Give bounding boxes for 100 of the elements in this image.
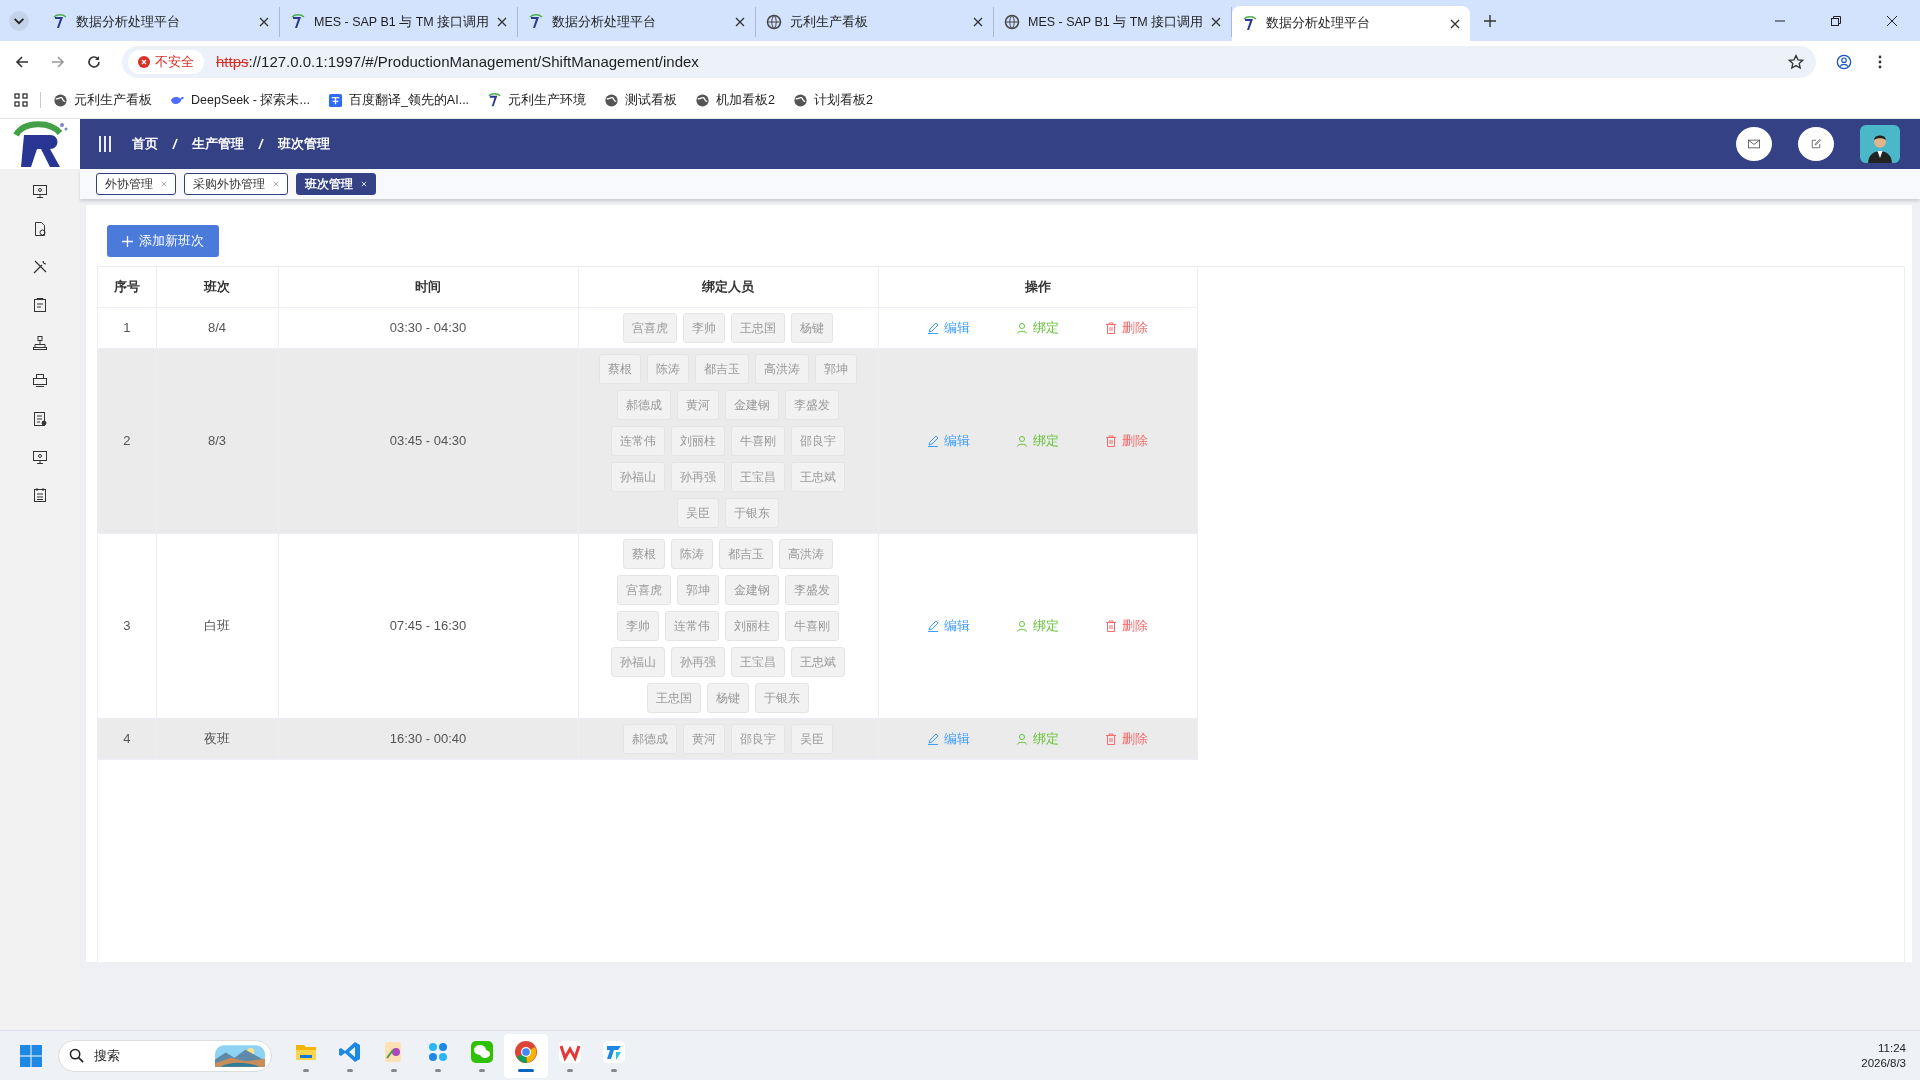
staff-tag: 于银东 — [725, 497, 779, 528]
table-cell: 16:30 - 00:40 — [389, 731, 467, 746]
table-cell: 8/4 — [207, 320, 227, 335]
table-cell: 白班 — [204, 617, 230, 633]
globe-icon — [695, 92, 711, 108]
document-icon[interactable] — [32, 221, 48, 237]
url-text: https://127.0.0.1:1997/#/ProductionManagement/ShiftManagement/index — [216, 53, 699, 70]
star-icon[interactable] — [1788, 53, 1804, 70]
app-icon[interactable] — [602, 1039, 626, 1064]
tab-title: 数据分析处理平台 — [1266, 15, 1371, 32]
trash-icon — [1105, 732, 1117, 745]
browser-tab[interactable]: 元利生产看板 — [756, 7, 994, 37]
report-icon[interactable] — [32, 411, 48, 427]
staff-tag: 邵良宇 — [791, 425, 845, 456]
bookmark[interactable]: 测试看板 — [604, 91, 678, 109]
staff-tag: 刘丽柱 — [725, 610, 779, 641]
close-icon[interactable] — [973, 17, 983, 27]
logo-icon — [52, 14, 68, 30]
staff-tag: 邵良宇 — [731, 723, 785, 754]
network-icon[interactable] — [32, 335, 48, 351]
restore-icon[interactable] — [1830, 15, 1842, 27]
browser-tab[interactable]: 数据分析处理平台 — [42, 7, 280, 37]
tools-icon[interactable] — [32, 259, 48, 275]
close-icon[interactable] — [1211, 17, 1222, 27]
staff-tag: 高洪涛 — [779, 538, 833, 569]
staff-tag: 高洪涛 — [755, 353, 809, 384]
trash-icon — [1105, 619, 1117, 632]
search-input[interactable]: 搜索 — [92, 1047, 215, 1064]
globe-icon — [53, 92, 68, 108]
close-icon[interactable] — [1450, 18, 1460, 29]
browser-icon[interactable] — [514, 1039, 538, 1064]
staff-tag: 都吉玉 — [695, 353, 749, 384]
plus-icon — [122, 235, 133, 247]
staff-tag: 郝德成 — [617, 389, 671, 420]
printer-icon[interactable] — [32, 373, 48, 389]
bookmark[interactable]: 元利生产看板 — [53, 91, 152, 109]
close-icon[interactable] — [259, 17, 269, 27]
mail-icon — [1748, 139, 1760, 149]
staff-tag: 黄河 — [683, 723, 725, 754]
breadcrumb-item[interactable]: 首页 — [132, 135, 158, 153]
staff-tag: 孙再强 — [671, 461, 725, 492]
bookmark[interactable]: 百度翻译_领先的AI... — [327, 91, 470, 109]
column-header: 绑定人员 — [702, 278, 754, 294]
staff-tag: 于银东 — [755, 682, 809, 713]
close-icon[interactable] — [1886, 15, 1898, 27]
running-indicator — [303, 1068, 309, 1072]
browser-tab[interactable]: MES - SAP B1 与 TM 接口调用 — [280, 7, 518, 37]
page-tab[interactable]: 班次管理 — [296, 173, 376, 195]
clipboard-icon[interactable] — [32, 297, 48, 313]
add-shift-button[interactable]: 添加新班次 — [107, 225, 219, 257]
bookmark[interactable]: DeepSeek - 探索未... — [170, 91, 310, 109]
tab-title: 数据分析处理平台 — [552, 13, 657, 31]
forward-icon[interactable] — [50, 53, 66, 70]
column-header: 序号 — [113, 278, 140, 294]
page-tab[interactable]: 采购外协管理 — [184, 173, 288, 195]
menu-toggle-icon[interactable] — [98, 134, 112, 154]
pencil-icon — [927, 434, 939, 447]
translate-icon — [327, 92, 343, 108]
breadcrumb-item[interactable]: 班次管理 — [278, 135, 330, 153]
profile-icon[interactable] — [1836, 53, 1852, 70]
breadcrumb-item[interactable]: 生产管理 — [192, 135, 244, 153]
warning-icon — [138, 55, 150, 68]
separator-icon — [258, 138, 264, 150]
staff-tag: 王忠国 — [731, 312, 785, 343]
tab-search-icon[interactable] — [8, 10, 30, 32]
taskbar-search-bar[interactable]: 搜索 — [58, 1039, 272, 1072]
bookmark[interactable]: 机加看板2 — [695, 91, 776, 109]
browser-tab[interactable]: 数据分析处理平台 — [1232, 6, 1470, 41]
user-icon — [1016, 732, 1028, 745]
mail-button[interactable] — [1736, 127, 1772, 161]
monitor-icon[interactable] — [32, 183, 48, 199]
running-indicator — [518, 1068, 534, 1072]
bookmark[interactable]: 元利生产环境 — [487, 91, 587, 109]
close-icon[interactable] — [735, 17, 745, 27]
close-icon[interactable] — [497, 17, 508, 27]
staff-tag: 陈涛 — [647, 353, 689, 384]
staff-tag: 宫喜虎 — [623, 312, 677, 343]
pencil-icon — [927, 619, 939, 632]
staff-tag: 蔡根 — [623, 538, 665, 569]
new-tab-icon[interactable] — [1484, 15, 1496, 27]
browser-tab[interactable]: 数据分析处理平台 — [518, 7, 756, 37]
user-avatar[interactable] — [1860, 125, 1900, 163]
table-cell: 夜班 — [204, 730, 230, 746]
calendar-icon[interactable] — [32, 487, 48, 503]
edit-button[interactable] — [1798, 127, 1834, 161]
reload-icon[interactable] — [86, 53, 102, 70]
running-indicator — [347, 1068, 353, 1072]
bookmark[interactable]: 计划看板2 — [793, 91, 873, 109]
address-bar[interactable]: 不安全 https://127.0.0.1:1997/#/ProductionManagement/ShiftManagement/index — [122, 45, 1816, 78]
start-icon[interactable] — [20, 1044, 42, 1067]
staff-tag: 李盛发 — [785, 574, 839, 605]
page-tab[interactable]: 外协管理 — [96, 173, 176, 195]
apps-grid-icon[interactable] — [14, 93, 28, 107]
monitor-icon[interactable] — [32, 449, 48, 465]
office-icon[interactable] — [558, 1039, 582, 1064]
code-editor-icon[interactable] — [338, 1039, 362, 1064]
back-icon[interactable] — [14, 53, 30, 70]
security-chip[interactable]: 不安全 — [128, 49, 204, 74]
globe-icon — [793, 92, 809, 108]
clock-time: 11:24 — [1878, 1042, 1906, 1054]
